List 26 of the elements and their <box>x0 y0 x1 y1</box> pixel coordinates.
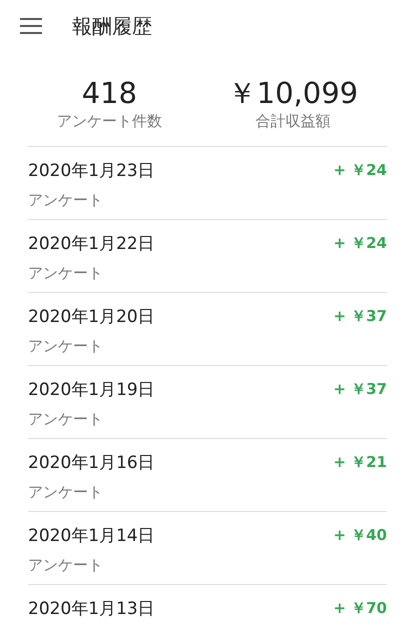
summary-label: アンケート件数 <box>56 110 163 132</box>
history-date: 2020年1月14日 <box>28 525 155 548</box>
history-date: 2020年1月19日 <box>28 379 155 402</box>
history-type: アンケート <box>28 262 104 284</box>
history-amount: + ￥37 <box>333 306 387 328</box>
history-type: アンケート <box>28 554 104 576</box>
history-date: 2020年1月23日 <box>28 160 155 184</box>
history-amount: + ￥37 <box>333 379 387 400</box>
history-amount: + ￥24 <box>333 160 387 182</box>
history-type: アンケート <box>28 336 104 357</box>
history-type: アンケート <box>28 190 104 211</box>
summary-value: ￥10,099 <box>226 78 360 110</box>
summary-label: 合計収益額 <box>254 110 332 132</box>
history-date: 2020年1月13日 <box>28 598 155 622</box>
history-type: アンケート <box>28 408 104 430</box>
history-amount: + ￥24 <box>333 233 387 254</box>
history-date: 2020年1月20日 <box>28 306 155 330</box>
history-date: 2020年1月16日 <box>28 452 155 476</box>
history-type: アンケート <box>28 482 104 503</box>
summary-value: 418 <box>80 78 138 110</box>
history-amount: + ￥70 <box>333 598 387 620</box>
menu-icon[interactable] <box>20 18 42 34</box>
page-title: 報酬履歴 <box>72 13 152 40</box>
history-amount: + ￥21 <box>333 452 387 474</box>
history-amount: + ￥40 <box>333 525 387 546</box>
history-date: 2020年1月22日 <box>28 233 155 256</box>
